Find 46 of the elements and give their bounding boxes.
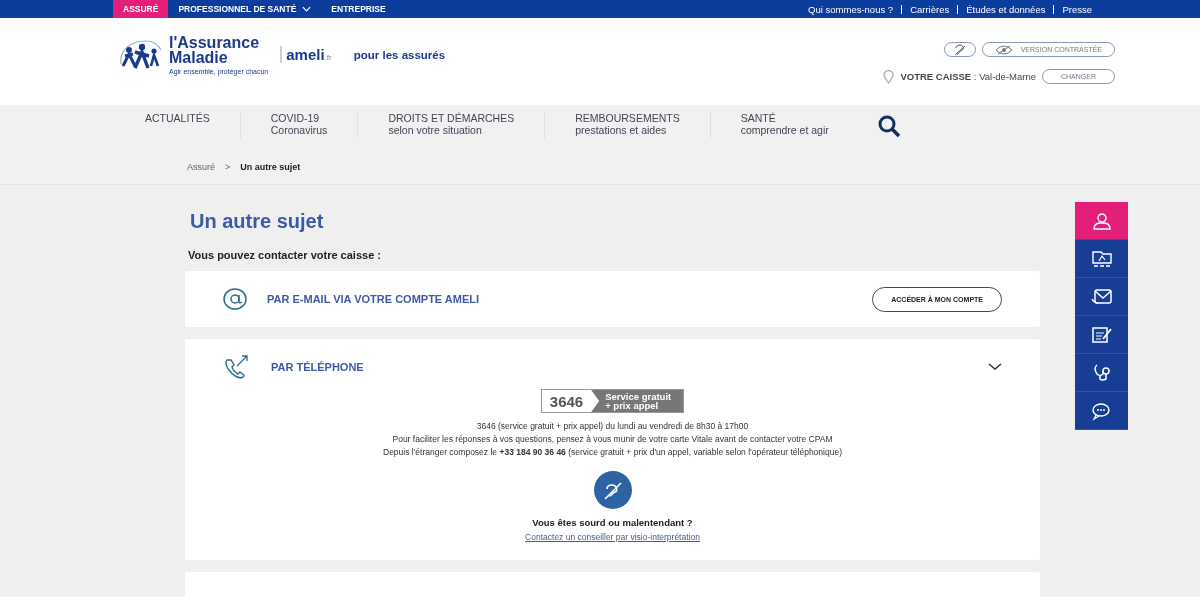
- hearing-icon: [593, 471, 632, 509]
- nav-item[interactable]: ACTUALITÉS: [130, 112, 240, 138]
- nav-item[interactable]: SANTÉ comprendre et agir: [709, 112, 859, 138]
- section-title: PAR TÉLÉPHONE: [271, 361, 364, 373]
- info-text: Depuis l'étranger composez le +33 184 90 36 46 (service gratuit + prix d'un appel, variable selon l'opérateur téléphonique): [383, 446, 842, 459]
- chevron-icon[interactable]: [988, 363, 1002, 371]
- intro-text: Vous pouvez contacter votre caisse :: [188, 249, 382, 261]
- audience-tab[interactable]: ASSURÉ: [113, 0, 169, 18]
- section-title: PAR E-MAIL VIA VOTRE COMPTE AMELI: [267, 293, 480, 305]
- audience-tab[interactable]: PROFESSIONNEL DE SANTÉ: [168, 0, 322, 18]
- info-text: Pour faciliter les réponses à vos questions, pensez à vous munir de votre carte Vitale avant de contacter votre CPAM: [392, 433, 833, 446]
- stethoscope-icon: [1091, 362, 1112, 383]
- visio-link[interactable]: Contactez un conseiller par visio-interprétation: [525, 532, 700, 542]
- top-link[interactable]: Qui sommes-nous ?: [800, 4, 902, 14]
- form-icon: [1090, 324, 1113, 345]
- ear-icon: [952, 43, 967, 56]
- folder-icon: [1090, 248, 1113, 269]
- breadcrumb-separator: >: [225, 162, 231, 172]
- breadcrumb-link[interactable]: Assuré: [187, 162, 215, 172]
- audience-tab[interactable]: ENTREPRISE: [321, 0, 396, 18]
- nav-item[interactable]: COVID-19 Coronavirus: [239, 112, 358, 138]
- text-size-button[interactable]: [943, 42, 976, 57]
- eye-icon: [994, 44, 1013, 55]
- logo-title: l'Assurance: [169, 34, 261, 51]
- top-link[interactable]: Presse: [1053, 4, 1100, 14]
- deaf-question: Vous êtes sourd ou malentendant ?: [532, 517, 693, 528]
- info-text: 3646 (service gratuit + prix appel) du lundi au vendredi de 8h30 à 17h00: [476, 420, 749, 433]
- caisse-label: VOTRE CAISSE : Val-de-Marne: [900, 71, 1036, 82]
- nav-item[interactable]: DROITS ET DÉMARCHES selon votre situation: [357, 112, 545, 138]
- site-name: ameli.fr: [280, 46, 332, 63]
- person-icon: [1091, 210, 1112, 231]
- at-sign-icon: [223, 288, 247, 310]
- location-pin-icon: [883, 69, 895, 84]
- page-title: Un autre sujet: [190, 210, 325, 233]
- nav-item[interactable]: REMBOURSEMENTS prestations et aides: [544, 112, 710, 138]
- current-page-label: Un autre sujet: [240, 162, 301, 172]
- logo-title: Maladie: [169, 49, 229, 66]
- side-tab[interactable]: [1075, 202, 1128, 240]
- phone-number-badge: 3646 Service gratuit + prix appel: [540, 389, 685, 413]
- top-link[interactable]: Études et données: [957, 4, 1054, 14]
- chat-icon: [1090, 400, 1113, 421]
- audience-label: pour les assurés: [353, 48, 446, 61]
- top-link[interactable]: Carrières: [901, 4, 958, 14]
- search-icon[interactable]: [876, 114, 901, 138]
- phone-icon: [223, 354, 251, 380]
- envelope-icon: [1090, 287, 1113, 306]
